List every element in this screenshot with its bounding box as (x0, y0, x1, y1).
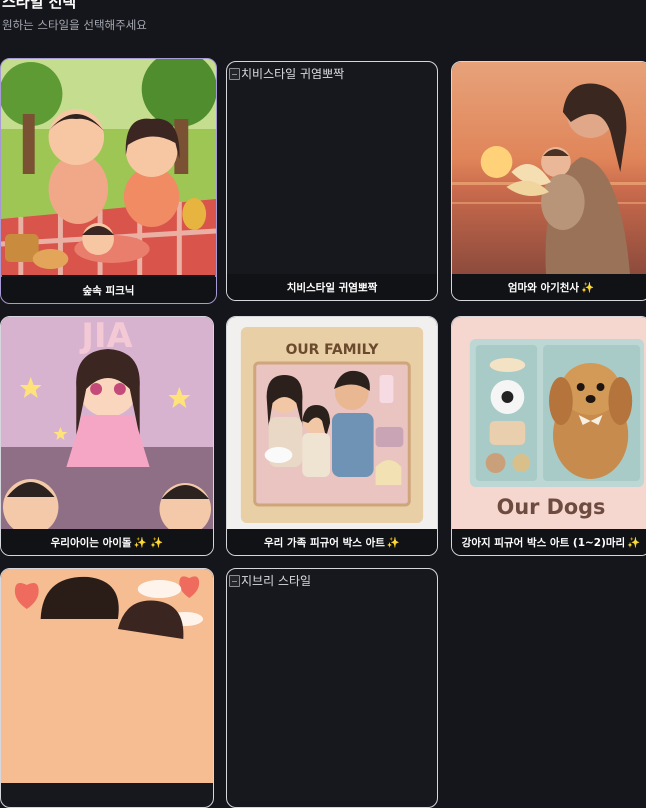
style-image-idol: JIA (1, 317, 213, 531)
svg-text:OUR FAMILY: OUR FAMILY (286, 342, 380, 358)
style-image-couple (1, 569, 213, 783)
page-header: 스타일 선택 원하는 스타일을 선택해주세요 (2, 0, 147, 32)
style-card-label: 숲속 피크닉 (1, 277, 216, 303)
style-card-label: 치비스타일 귀염뽀짝 (227, 274, 437, 300)
style-card-label: 강아지 피규어 박스 아트 (1~2)마리 ✨ (452, 529, 646, 555)
broken-image-alt: 지브리 스타일 (229, 572, 311, 589)
svg-text:Our Dogs: Our Dogs (497, 495, 606, 519)
style-image-dog-figure: Our Dogs (452, 317, 646, 531)
style-card-forest-picnic[interactable]: 숲속 피크닉 (0, 58, 217, 304)
style-card-label: 엄마와 아기천사 ✨ (452, 274, 646, 300)
style-card-ghibli[interactable]: 지브리 스타일 (226, 568, 438, 808)
style-card-couple[interactable] (0, 568, 214, 808)
page-title: 스타일 선택 (2, 0, 77, 11)
broken-image-alt: 치비스타일 귀염뽀짝 (229, 65, 344, 82)
style-card-family-figure[interactable]: OUR FAMILY 우리 가족 피규어 박스 아트 ✨ (226, 316, 438, 556)
style-card-mother-angel[interactable]: 엄마와 아기천사 ✨ (451, 61, 646, 301)
style-image-family-figure: OUR FAMILY (227, 317, 437, 531)
style-card-dog-figure[interactable]: Our Dogs 강아지 피규어 박스 아트 (1~2)마리 ✨ (451, 316, 646, 556)
broken-image-icon (229, 67, 240, 80)
style-image-ghibli: 지브리 스타일 (227, 569, 437, 783)
style-card-chibi[interactable]: 치비스타일 귀염뽀짝 치비스타일 귀염뽀짝 (226, 61, 438, 301)
style-card-label: 우리아이는 아이돌 ✨ ✨ (1, 529, 213, 555)
style-card-idol[interactable]: JIA 우리아이는 아이돌 ✨ ✨ (0, 316, 214, 556)
page-subtitle: 원하는 스타일을 선택해주세요 (2, 18, 147, 32)
style-card-label: 우리 가족 피규어 박스 아트 ✨ (227, 529, 437, 555)
style-image-mother-angel (452, 62, 646, 276)
broken-image-icon (229, 574, 240, 587)
style-image-forest-picnic (1, 59, 216, 275)
style-image-chibi: 치비스타일 귀염뽀짝 (227, 62, 437, 276)
